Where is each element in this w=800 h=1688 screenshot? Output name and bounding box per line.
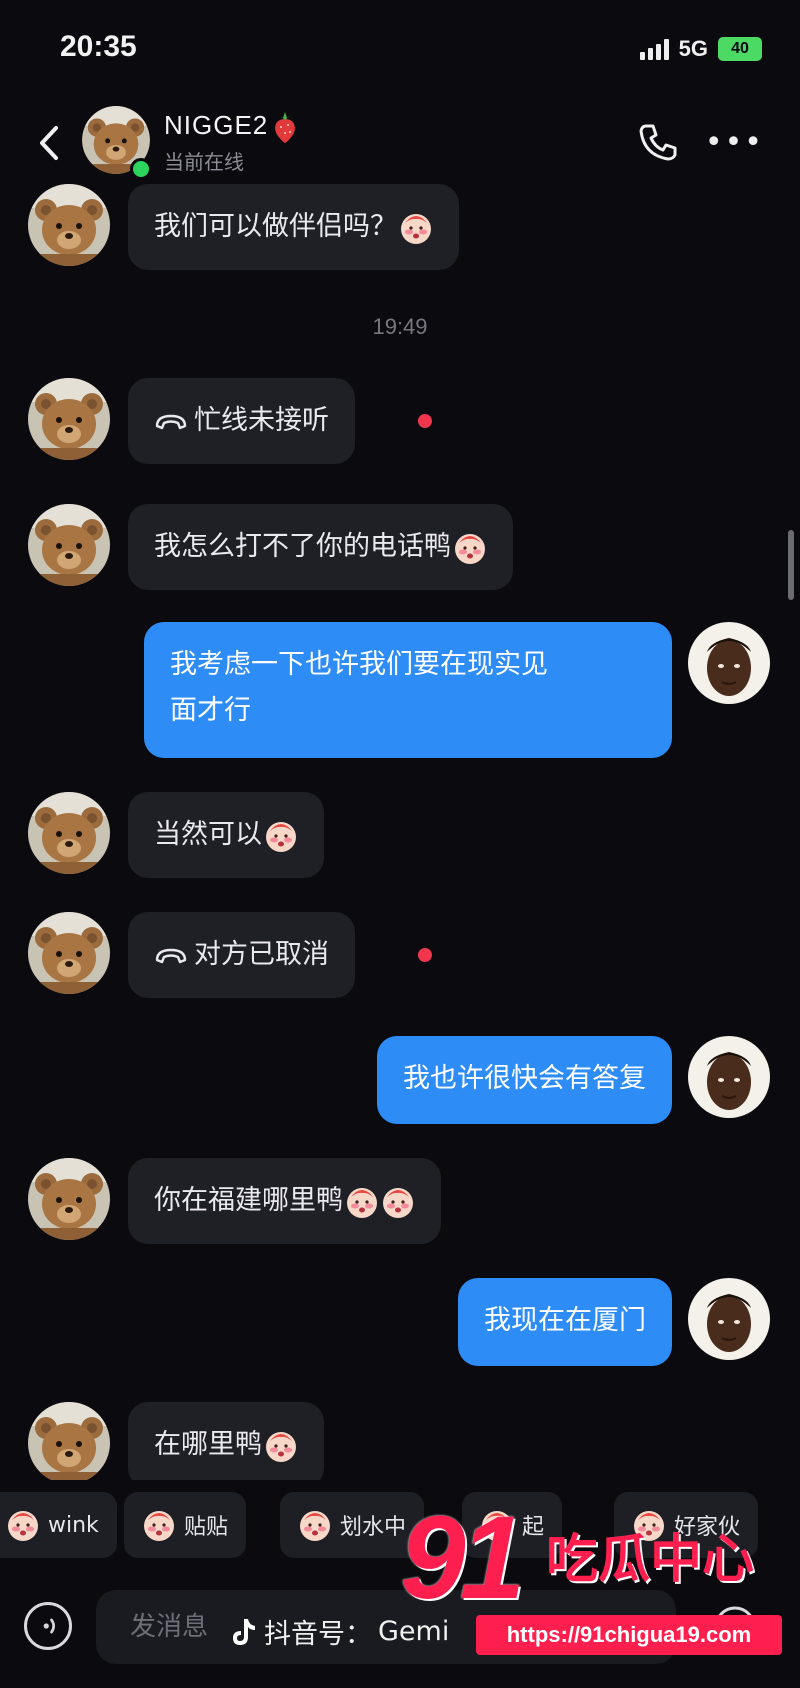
hug-sticker-icon — [142, 1508, 176, 1542]
incoming-message-bubble[interactable]: 你在福建哪里鸭 — [128, 1158, 441, 1244]
message-text: 我也许很快会有答复 — [403, 1063, 646, 1094]
chip-label: 划水中 — [340, 1515, 407, 1540]
blush-face-icon — [381, 1185, 415, 1219]
watermark-logo-text: 吃瓜中心 — [546, 1530, 755, 1590]
message-list[interactable]: 我们可以做伴侣吗？ 19:49 忙线未接听 我怎么打不了你的电话鸭 我考虑一下也… — [0, 0, 800, 1688]
call-record-bubble[interactable]: 对方已取消 — [128, 912, 355, 998]
voice-input-icon[interactable] — [24, 1602, 72, 1650]
unread-dot — [418, 948, 432, 962]
message-timestamp: 19:49 — [372, 314, 428, 339]
incoming-message-bubble[interactable]: 我们可以做伴侣吗？ — [128, 184, 459, 270]
blush-face-icon — [453, 531, 487, 565]
incoming-message-bubble[interactable]: 当然可以 — [128, 792, 324, 878]
contact-avatar[interactable] — [28, 792, 110, 874]
my-avatar[interactable] — [688, 1278, 770, 1360]
slacking-sticker-icon — [298, 1508, 332, 1542]
call-record-bubble[interactable]: 忙线未接听 — [128, 378, 355, 464]
message-text-line: 面才行 — [170, 695, 251, 726]
outgoing-message-bubble[interactable]: 我现在在厦门 — [458, 1278, 672, 1366]
watermark-logo-number: 91 — [400, 1492, 525, 1624]
blush-face-icon — [345, 1185, 379, 1219]
message-text: 我怎么打不了你的电话鸭 — [154, 531, 451, 562]
hang-up-icon — [154, 411, 188, 433]
blush-face-icon — [264, 1429, 298, 1463]
my-avatar[interactable] — [688, 622, 770, 704]
unread-dot — [418, 414, 432, 428]
message-text: 在哪里鸭 — [154, 1429, 262, 1460]
quick-reply-chip[interactable]: 贴贴 — [124, 1492, 247, 1558]
scrollbar-thumb[interactable] — [788, 530, 794, 600]
blush-face-icon — [399, 211, 433, 245]
incoming-message-bubble[interactable]: 我怎么打不了你的电话鸭 — [128, 504, 513, 590]
chip-label: wink — [48, 1512, 99, 1538]
contact-avatar[interactable] — [28, 378, 110, 460]
outgoing-message-bubble[interactable]: 我也许很快会有答复 — [377, 1036, 672, 1124]
contact-avatar[interactable] — [28, 1402, 110, 1484]
chip-label: 起 — [522, 1515, 545, 1540]
contact-avatar[interactable] — [28, 912, 110, 994]
call-status-text: 对方已取消 — [194, 939, 329, 970]
message-text: 我现在在厦门 — [484, 1305, 646, 1336]
quick-reply-chip[interactable]: wink — [0, 1492, 117, 1558]
wink-sticker-icon — [6, 1508, 40, 1542]
call-status-text: 忙线未接听 — [194, 405, 329, 436]
message-text: 当然可以 — [154, 819, 262, 850]
blush-face-icon — [264, 819, 298, 853]
contact-avatar[interactable] — [28, 504, 110, 586]
my-avatar[interactable] — [688, 1036, 770, 1118]
chip-label: 贴贴 — [184, 1515, 229, 1540]
tiktok-id-label: 抖音号： — [264, 1619, 372, 1650]
outgoing-message-bubble[interactable]: 我考虑一下也许我们要在现实见 面才行 — [144, 622, 672, 758]
hang-up-icon — [154, 945, 188, 967]
message-text: 我们可以做伴侣吗？ — [154, 211, 397, 242]
contact-avatar[interactable] — [28, 184, 110, 266]
watermark-url: https://91chigua19.com — [476, 1615, 782, 1655]
message-text: 你在福建哪里鸭 — [154, 1185, 343, 1216]
contact-avatar[interactable] — [28, 1158, 110, 1240]
tiktok-logo-icon — [233, 1618, 255, 1645]
message-text-line: 我考虑一下也许我们要在现实见 — [170, 649, 548, 680]
incoming-message-bubble[interactable]: 在哪里鸭 — [128, 1402, 324, 1488]
